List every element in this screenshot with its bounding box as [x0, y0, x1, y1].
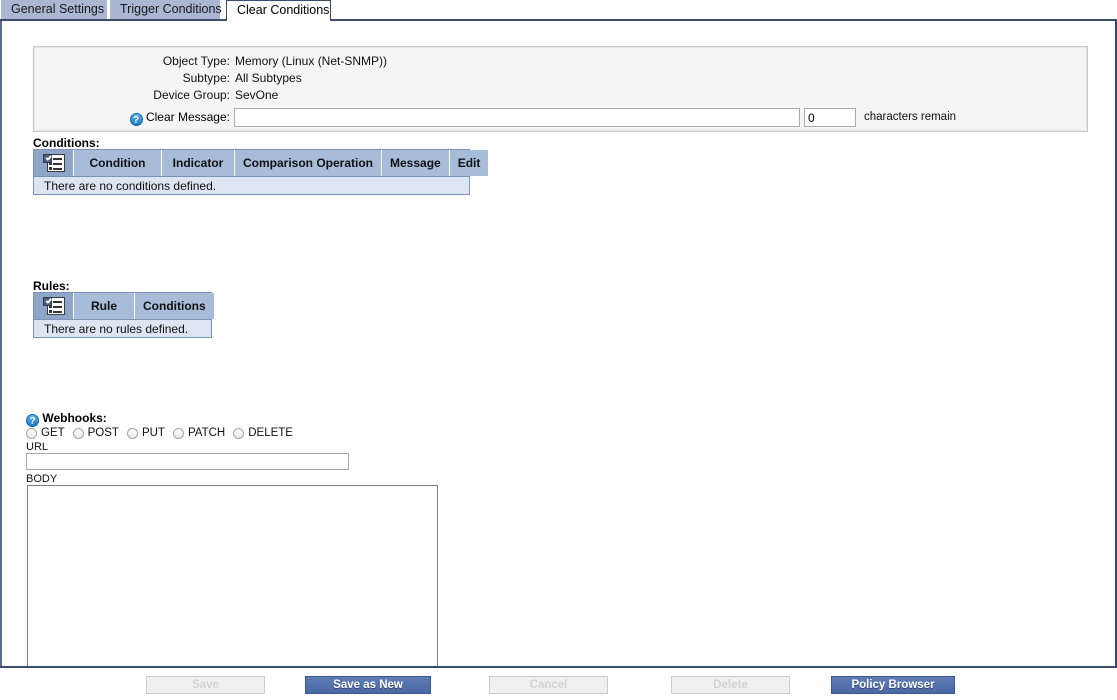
device-group-value: SevOne — [235, 88, 279, 102]
webhooks-title: Webhooks: — [42, 411, 107, 425]
webhook-method-put[interactable]: PUT — [126, 427, 165, 439]
body-label: BODY — [26, 473, 58, 485]
webhook-method-delete[interactable]: DELETE — [233, 427, 293, 439]
delete-button[interactable]: Delete — [671, 676, 790, 694]
info-row-device-group: Device Group: SevOne — [34, 87, 1087, 104]
subtype-label: Subtype: — [182, 71, 230, 85]
body-textarea[interactable] — [27, 485, 438, 669]
tab-clear-conditions[interactable]: Clear Conditions — [226, 0, 331, 20]
tab-bar: General Settings Trigger Conditions Clea… — [0, 0, 1117, 21]
conditions-grid: Condition Indicator Comparison Operation… — [33, 149, 489, 195]
clear-message-label-group: ? Clear Message: — [34, 107, 230, 127]
conditions-column-edit[interactable]: Edit — [449, 150, 489, 176]
radio-icon[interactable] — [172, 427, 184, 439]
conditions-column-comparison-operation[interactable]: Comparison Operation — [235, 150, 383, 176]
rules-grid-header: Rule Conditions — [34, 293, 214, 319]
webhooks-title-group: ? Webhooks: — [26, 411, 107, 427]
url-input[interactable] — [26, 453, 349, 470]
clear-message-label: Clear Message: — [145, 110, 230, 124]
tab-clear-conditions-label: Clear Conditions — [237, 3, 330, 17]
rules-grid: Rule Conditions There are no rules defin… — [33, 292, 214, 338]
add-list-icon — [42, 297, 65, 315]
cancel-button[interactable]: Cancel — [489, 676, 608, 694]
conditions-column-condition[interactable]: Condition — [74, 150, 162, 176]
webhook-method-get-label: GET — [41, 427, 65, 439]
clear-message-row: ? Clear Message: characters remain — [34, 107, 1087, 129]
content-frame: Object Type: Memory (Linux (Net-SNMP)) S… — [0, 21, 1117, 669]
policy-editor-page: General Settings Trigger Conditions Clea… — [0, 0, 1117, 700]
conditions-empty-message: There are no conditions defined. — [34, 176, 469, 194]
conditions-grid-header: Condition Indicator Comparison Operation… — [34, 150, 489, 176]
save-button[interactable]: Save — [146, 676, 265, 694]
save-as-new-button[interactable]: Save as New — [305, 676, 431, 694]
webhook-method-get[interactable]: GET — [26, 427, 65, 439]
webhook-method-delete-label: DELETE — [248, 427, 293, 439]
object-type-label: Object Type: — [162, 54, 230, 68]
rules-empty-message: There are no rules defined. — [34, 319, 211, 337]
device-group-label: Device Group: — [153, 88, 230, 102]
rules-title: Rules: — [33, 279, 70, 293]
conditions-title: Conditions: — [33, 136, 100, 150]
conditions-column-message[interactable]: Message — [382, 150, 450, 176]
rules-column-rule[interactable]: Rule — [74, 293, 135, 319]
action-button-bar: Save Save as New Cancel Delete Policy Br… — [0, 666, 1117, 700]
subtype-value: All Subtypes — [235, 71, 302, 85]
webhook-method-radio-group: GET POST PUT PATCH DELETE — [26, 426, 301, 440]
webhook-method-post[interactable]: POST — [72, 427, 119, 439]
policy-info-panel: Object Type: Memory (Linux (Net-SNMP)) S… — [33, 46, 1088, 132]
rules-add-button[interactable] — [34, 293, 74, 319]
webhook-method-post-label: POST — [87, 427, 119, 439]
characters-remain-label: characters remain — [864, 111, 957, 123]
tab-trigger-conditions[interactable]: Trigger Conditions — [109, 0, 222, 20]
radio-icon[interactable] — [72, 427, 84, 439]
object-type-value: Memory (Linux (Net-SNMP)) — [235, 54, 388, 68]
add-list-icon — [42, 154, 65, 172]
webhook-method-patch-label: PATCH — [187, 427, 226, 439]
tab-trigger-conditions-label: Trigger Conditions — [120, 2, 222, 16]
conditions-column-indicator[interactable]: Indicator — [162, 150, 235, 176]
tab-general-settings-label: General Settings — [11, 2, 105, 16]
url-label: URL — [26, 441, 49, 453]
webhook-method-patch[interactable]: PATCH — [172, 427, 226, 439]
tab-general-settings[interactable]: General Settings — [0, 0, 108, 20]
characters-remain-input[interactable] — [804, 108, 856, 127]
info-row-subtype: Subtype: All Subtypes — [34, 70, 1087, 87]
clear-message-input[interactable] — [234, 108, 800, 127]
radio-icon[interactable] — [126, 427, 138, 439]
conditions-add-button[interactable] — [34, 150, 74, 176]
webhook-method-put-label: PUT — [141, 427, 165, 439]
info-row-object-type: Object Type: Memory (Linux (Net-SNMP)) — [34, 53, 1087, 70]
policy-browser-button[interactable]: Policy Browser — [831, 676, 955, 694]
radio-icon[interactable] — [26, 427, 37, 439]
rules-column-conditions[interactable]: Conditions — [135, 293, 214, 319]
help-icon[interactable]: ? — [129, 113, 143, 126]
radio-icon[interactable] — [233, 427, 245, 439]
